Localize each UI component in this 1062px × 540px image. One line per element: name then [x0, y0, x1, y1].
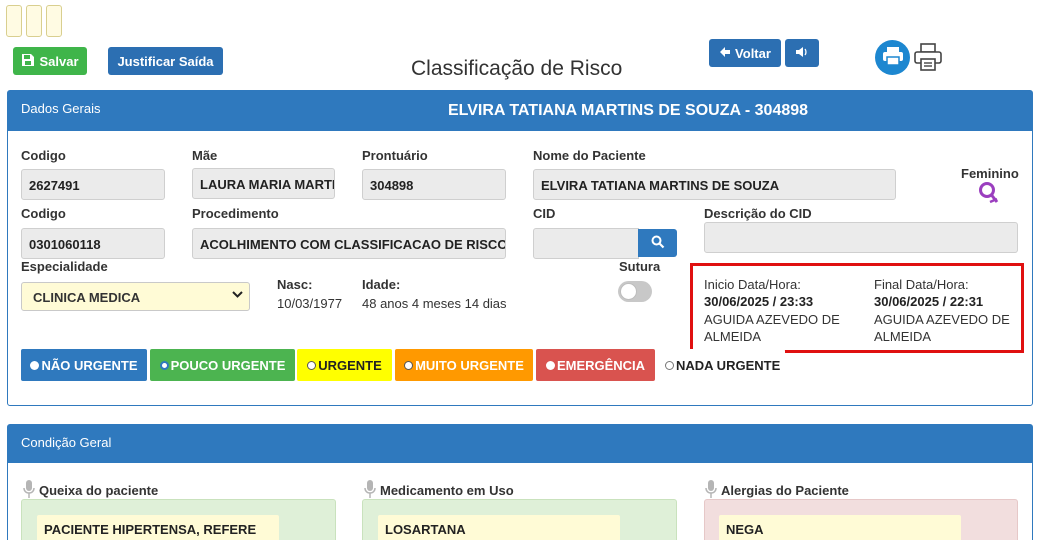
- especialidade-value: CLINICA MEDICA: [33, 290, 141, 305]
- nome-label: Nome do Paciente: [533, 148, 646, 163]
- justify-exit-label: Justificar Saída: [117, 53, 214, 69]
- nasc-label: Nasc:: [277, 277, 313, 292]
- print-plain-button[interactable]: [913, 42, 943, 72]
- medicamento-input[interactable]: LOSARTANA: [378, 515, 620, 540]
- cid-field[interactable]: [533, 228, 639, 259]
- alergias-input[interactable]: NEGA: [719, 515, 961, 540]
- back-label: Voltar: [735, 45, 771, 61]
- mini-tab-1[interactable]: [6, 5, 22, 37]
- procedimento-label: Procedimento: [192, 206, 279, 221]
- save-button[interactable]: Salvar: [13, 47, 87, 75]
- procedimento-field[interactable]: ACOLHIMENTO COM CLASSIFICACAO DE RISCO: [192, 228, 506, 259]
- mini-tab-3[interactable]: [46, 5, 62, 37]
- page-title: Classificação de Risco: [411, 57, 623, 80]
- sutura-toggle[interactable]: [618, 281, 652, 302]
- nome-field[interactable]: ELVIRA TATIANA MARTINS DE SOUZA: [533, 169, 896, 200]
- radio-icon: [30, 360, 40, 370]
- back-arrow-icon: [719, 46, 731, 61]
- codigo-field[interactable]: 2627491: [21, 169, 165, 200]
- chevron-down-icon: [232, 289, 243, 303]
- prontuario-field[interactable]: 304898: [362, 169, 506, 200]
- toggle-knob: [620, 283, 637, 300]
- printer-icon: [882, 46, 904, 69]
- final-label: Final Data/Hora:: [874, 277, 969, 292]
- idade-label: Idade:: [362, 277, 401, 292]
- risk-nada-urgente[interactable]: NADA URGENTE: [665, 349, 785, 381]
- codigo2-label: Codigo: [21, 206, 66, 221]
- justify-exit-button[interactable]: Justificar Saída: [108, 47, 223, 75]
- save-label: Salvar: [39, 53, 79, 69]
- general-data-header: Dados Gerais ELVIRA TATIANA MARTINS DE S…: [8, 91, 1032, 131]
- general-condition-title: Condição Geral: [21, 435, 112, 450]
- mini-tab-2[interactable]: [26, 5, 42, 37]
- sexo-label: Feminino: [961, 166, 1019, 181]
- radio-icon: [545, 360, 555, 370]
- nasc-value: 10/03/1977: [277, 296, 343, 311]
- sutura-label: Sutura: [619, 259, 661, 274]
- risk-muito-urgente[interactable]: MUITO URGENTE: [395, 349, 533, 381]
- radio-icon: [159, 360, 169, 370]
- radio-icon: [665, 360, 674, 370]
- female-icon: [977, 181, 1001, 210]
- descricao-cid-field[interactable]: [704, 222, 1018, 253]
- prontuario-label: Prontuário: [362, 148, 428, 163]
- codigo2-field[interactable]: 0301060118: [21, 228, 165, 259]
- back-button[interactable]: Voltar: [709, 39, 781, 67]
- idade-value: 48 anos 4 meses 14 dias: [362, 296, 507, 311]
- search-icon: [651, 235, 665, 252]
- radio-icon: [404, 360, 414, 370]
- risk-label: POUCO URGENTE: [170, 357, 286, 373]
- inicio-label: Inicio Data/Hora:: [704, 277, 801, 292]
- print-button[interactable]: [875, 40, 910, 75]
- save-icon: [21, 53, 35, 70]
- risk-label: URGENTE: [318, 357, 382, 373]
- risk-label: MUITO URGENTE: [415, 357, 524, 373]
- printer-icon: [913, 43, 943, 75]
- queixa-input[interactable]: PACIENTE HIPERTENSA, REFERE: [37, 515, 279, 540]
- risk-pouco-urgente[interactable]: POUCO URGENTE: [150, 349, 295, 381]
- inicio-user: AGUIDA AZEVEDO DE ALMEIDA: [704, 312, 840, 344]
- mae-field[interactable]: LAURA MARIA MARTINS: [192, 168, 335, 199]
- risk-emergencia[interactable]: EMERGÊNCIA: [536, 349, 655, 381]
- medicamento-label: Medicamento em Uso: [380, 483, 514, 498]
- mae-label: Mãe: [192, 148, 218, 163]
- radio-icon: [307, 360, 317, 370]
- risk-nao-urgente[interactable]: NÃO URGENTE: [21, 349, 147, 381]
- risk-label: NADA URGENTE: [676, 357, 781, 373]
- risk-label: EMERGÊNCIA: [556, 357, 646, 373]
- queixa-label: Queixa do paciente: [39, 483, 159, 498]
- especialidade-select[interactable]: CLINICA MEDICA: [21, 282, 250, 311]
- alergias-label: Alergias do Paciente: [721, 483, 849, 498]
- general-data-title: Dados Gerais: [21, 101, 101, 116]
- cid-label: CID: [533, 206, 556, 221]
- codigo-label: Codigo: [21, 148, 66, 163]
- cid-search-button[interactable]: [638, 229, 677, 257]
- general-condition-header: Condição Geral: [8, 425, 1032, 463]
- descricao-cid-label: Descrição do CID: [704, 206, 812, 221]
- speaker-icon: [795, 46, 809, 61]
- risk-urgente[interactable]: URGENTE: [297, 349, 392, 381]
- final-user: AGUIDA AZEVEDO DE ALMEIDA: [874, 312, 1010, 344]
- especialidade-label: Especialidade: [21, 259, 108, 274]
- risk-label: NÃO URGENTE: [41, 357, 138, 373]
- inicio-value: 30/06/2025 / 23:33: [704, 294, 814, 309]
- audio-button[interactable]: [785, 39, 819, 67]
- patient-header: ELVIRA TATIANA MARTINS DE SOUZA - 304898: [448, 102, 809, 119]
- final-value: 30/06/2025 / 22:31: [874, 294, 984, 309]
